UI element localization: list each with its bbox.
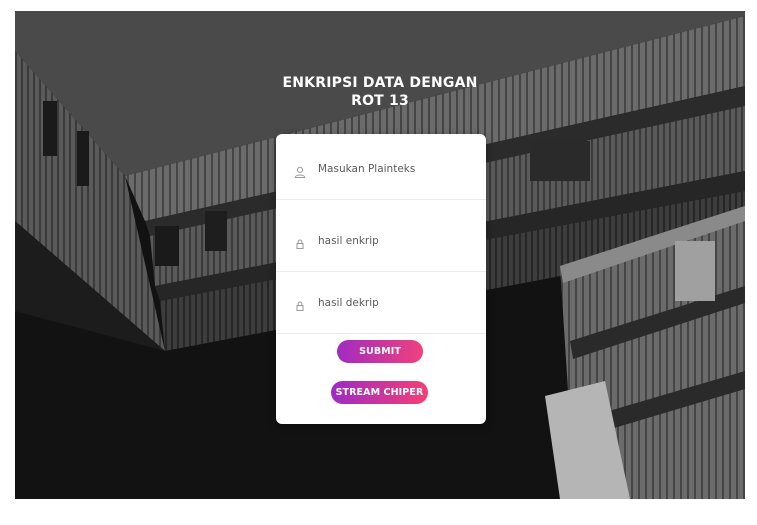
stream-cipher-button[interactable]: STREAM CHIPER [331,381,428,404]
encrypted-output-field[interactable] [318,234,468,247]
background-frame: ENKRIPSI DATA DENGAN ROT 13 Masukan Plai… [15,11,745,499]
plaintext-input[interactable] [318,162,468,175]
plaintext-field-row [276,138,486,200]
encrypted-field-row [276,210,486,272]
page-title-line-1: ENKRIPSI DATA DENGAN [282,75,478,91]
form-card: SUBMIT STREAM CHIPER [276,134,486,424]
page-title: ENKRIPSI DATA DENGAN ROT 13 [15,74,745,110]
decrypted-output-field[interactable] [318,296,468,309]
lock-icon [294,235,306,249]
submit-button[interactable]: SUBMIT [337,340,423,363]
decrypted-field-row [276,272,486,334]
user-icon [294,163,306,178]
page-title-line-2: ROT 13 [351,93,409,109]
lock-icon [294,297,306,311]
